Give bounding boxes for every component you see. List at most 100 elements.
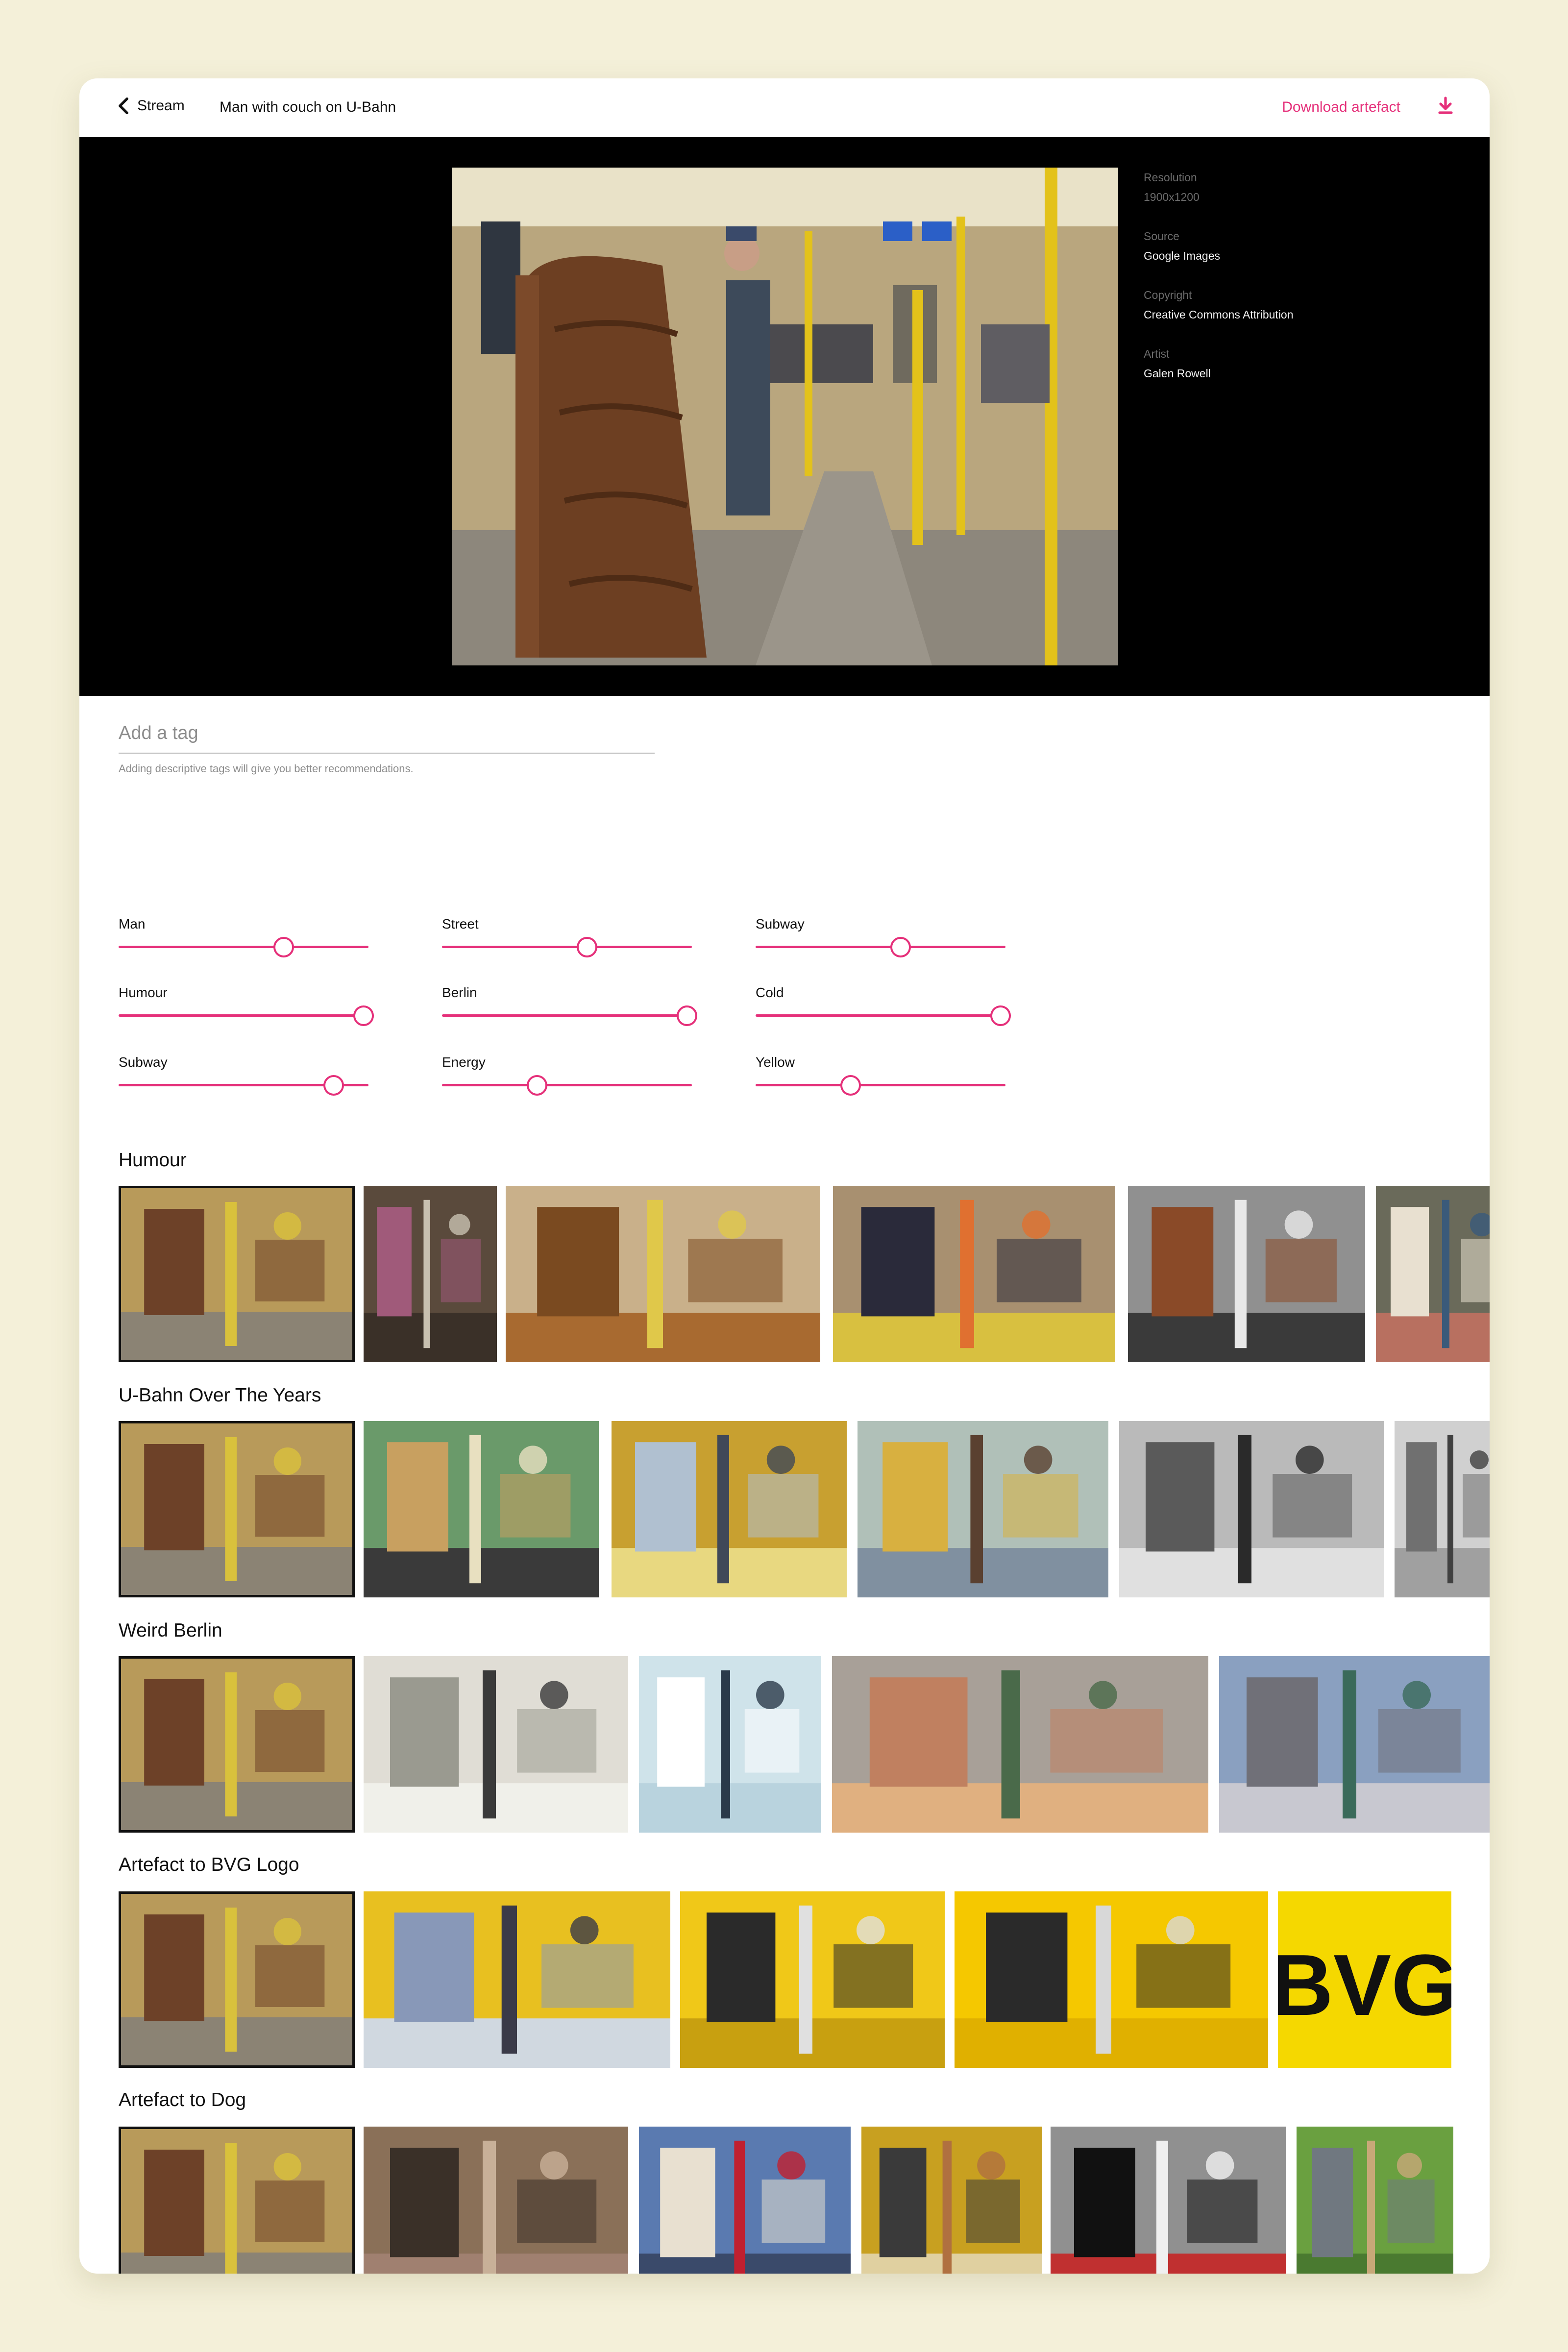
slider-line [442,946,692,948]
meta-label: Artist [1144,347,1170,360]
tag-slider[interactable]: Berlin [442,985,697,1030]
couch-on-ubahn-photo[interactable] [119,1656,355,1833]
slider-handle[interactable] [576,937,597,957]
green-station-photo[interactable] [364,1421,599,1597]
meta-label: Resolution [1144,171,1197,184]
thumbnail-strip [119,2127,1490,2274]
tag-field: Adding descriptive tags will give you be… [119,713,655,775]
tag-slider[interactable]: Street [442,916,692,961]
slider-handle[interactable] [323,1075,344,1096]
svg-text:BVG: BVG [1278,1936,1451,2034]
leaves-in-train-photo[interactable] [506,1186,820,1362]
couch-on-ubahn-photo[interactable] [452,168,1118,665]
download-icon[interactable] [1437,96,1454,116]
costume-party-photo[interactable] [833,1186,1115,1362]
meta-value: 1900x1200 [1144,191,1200,203]
slider-label: Yellow [756,1054,795,1070]
thumbnail-strip: BVG [119,1891,1490,2068]
dinner-table-photo[interactable] [1376,1186,1490,1362]
orca-costume-dog-photo[interactable] [1051,2127,1286,2274]
artefact-meta: Resolution 1900x1200 Source Google Image… [1144,168,1294,403]
thumbnail-strip [119,1656,1490,1833]
slider-line [756,946,1005,948]
row-title: U-Bahn Over The Years [119,1385,321,1406]
slider-track[interactable] [442,1070,692,1100]
armchair-street-photo[interactable] [1219,1656,1490,1833]
back-button[interactable]: Stream [117,97,185,115]
slider-label: Subway [119,1054,168,1070]
construction-archive-photo[interactable] [1119,1421,1384,1597]
slider-track[interactable] [119,932,368,961]
slider-handle[interactable] [840,1075,861,1096]
dog-in-subway-photo[interactable] [1128,1186,1365,1362]
chevron-left-icon [119,97,128,115]
tag-slider[interactable]: Subway [756,916,1005,961]
download-artefact-link[interactable]: Download artefact [1282,99,1400,116]
couch-on-ubahn-photo[interactable] [119,1186,355,1362]
slider-track[interactable] [119,1070,368,1100]
yellow-train-side-photo[interactable] [680,1891,945,2068]
slider-label: Energy [442,1054,486,1070]
top-bar: Stream Man with couch on U-Bahn Download… [79,78,1490,137]
tv-tower-sign-photo[interactable] [639,1656,821,1833]
meta-value: Google Images [1144,249,1220,262]
bus-wheel-photo[interactable] [955,1891,1268,2068]
dog-in-sweater-photo[interactable] [639,2127,851,2274]
slider-track[interactable] [756,932,1005,961]
tag-slider[interactable]: Subway [119,1054,368,1100]
elevated-train-photo[interactable] [858,1421,1108,1597]
dog-leash-street-photo[interactable] [861,2127,1042,2274]
couch-on-ubahn-photo[interactable] [119,1421,355,1597]
slider-handle[interactable] [890,937,911,957]
dogs-on-train-photo[interactable] [364,2127,628,2274]
meta-label: Source [1144,230,1179,243]
shark-hoodie-dog-photo[interactable] [1297,2127,1453,2274]
slider-track[interactable] [756,1001,1011,1030]
slider-track[interactable] [119,1001,374,1030]
slider-label: Subway [756,916,805,931]
meta-copyright: Copyright Creative Commons Attribution [1144,285,1294,324]
tag-slider[interactable]: Humour [119,985,374,1030]
tag-slider[interactable]: Yellow [756,1054,1005,1100]
tag-slider[interactable]: Man [119,916,368,961]
slider-track[interactable] [442,932,692,961]
slider-track[interactable] [756,1070,1005,1100]
row-title: Humour [119,1150,187,1171]
tag-slider[interactable]: Cold [756,985,1011,1030]
slider-handle[interactable] [676,1005,697,1026]
back-label: Stream [137,98,185,114]
couch-on-ubahn-photo[interactable] [119,2127,355,2274]
row-title: Artefact to Dog [119,2089,246,2110]
archive-platform-photo[interactable] [1395,1421,1490,1597]
bathtub-party-photo[interactable] [832,1656,1208,1833]
couch-on-ubahn-photo[interactable] [119,1891,355,2068]
slider-line [119,1014,368,1017]
tag-slider[interactable]: Energy [442,1054,692,1100]
artefact-card: Stream Man with couch on U-Bahn Download… [79,78,1490,2274]
slider-handle[interactable] [273,937,294,957]
slider-line [756,1014,1005,1017]
bvg-logo[interactable]: BVG [1278,1891,1451,2068]
meta-artist: Artist Galen Rowell [1144,344,1294,383]
slider-label: Berlin [442,985,477,1000]
meta-label: Copyright [1144,289,1192,301]
row-title: Weird Berlin [119,1620,222,1641]
slider-label: Street [442,916,479,931]
slider-line [442,1084,692,1086]
artefact-preview: Resolution 1900x1200 Source Google Image… [79,137,1490,696]
slider-handle[interactable] [353,1005,374,1026]
page-title: Man with couch on U-Bahn [220,99,396,115]
meta-resolution: Resolution 1900x1200 [1144,168,1294,207]
stone-head-photo[interactable] [364,1656,628,1833]
add-tag-input[interactable] [119,713,655,754]
fisheye-train-photo[interactable] [364,1891,670,2068]
thumbnail-strip [119,1421,1490,1597]
passengers-photo[interactable] [364,1186,497,1362]
yellow-tunnel-photo[interactable] [612,1421,847,1597]
slider-label: Cold [756,985,784,1000]
slider-label: Man [119,916,146,931]
slider-label: Humour [119,985,168,1000]
slider-handle[interactable] [990,1005,1011,1026]
slider-handle[interactable] [526,1075,547,1096]
slider-track[interactable] [442,1001,697,1030]
